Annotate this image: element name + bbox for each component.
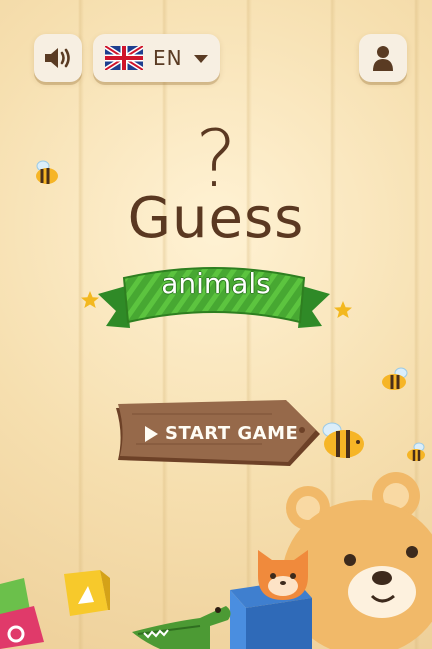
bee-icon <box>382 367 408 390</box>
toy-block-icon <box>0 606 44 649</box>
game-start-screen: EN ? Guess animals START GAME <box>0 0 432 649</box>
profile-button[interactable] <box>359 34 407 82</box>
bee-icon <box>36 160 58 184</box>
speaker-icon <box>45 48 70 68</box>
star-icon <box>334 301 352 318</box>
language-code: EN <box>153 46 183 70</box>
toy-block-icon <box>64 570 110 616</box>
bee-icon <box>407 442 425 461</box>
chevron-down-icon <box>194 55 208 63</box>
crocodile-icon <box>132 606 231 649</box>
language-selector[interactable]: EN <box>93 34 220 82</box>
start-game-button[interactable] <box>112 400 324 470</box>
uk-flag-icon <box>105 46 143 70</box>
title-ribbon-text: animals <box>161 267 271 300</box>
user-icon <box>373 46 393 71</box>
sound-toggle-button[interactable] <box>34 34 82 82</box>
cat-icon <box>258 550 308 600</box>
star-icon <box>81 291 99 308</box>
bee-icon <box>322 422 364 458</box>
title-main: Guess <box>127 186 305 251</box>
